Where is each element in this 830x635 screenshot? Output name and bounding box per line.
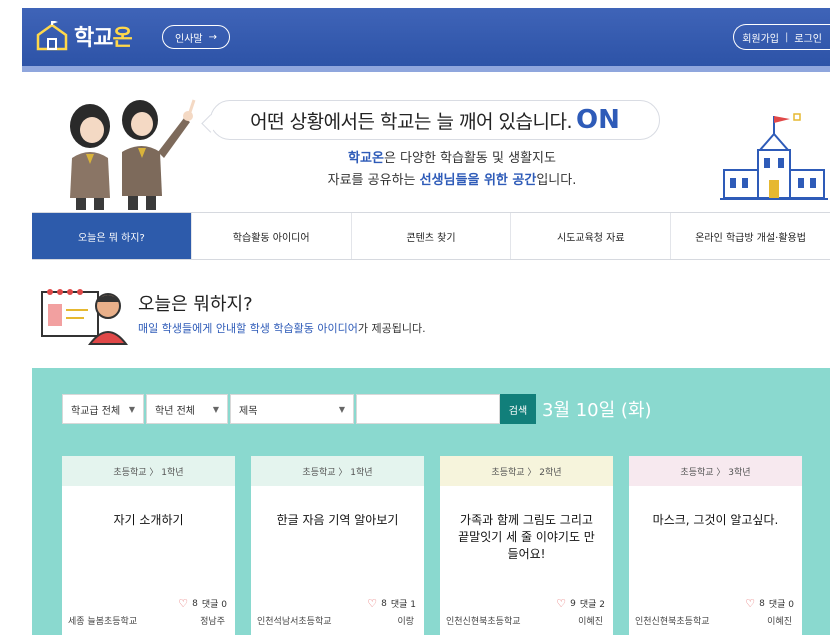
card-school: 세종 늘봄초등학교 xyxy=(68,617,138,627)
desc-brand: 학교온 xyxy=(348,151,384,166)
school-building-illustration xyxy=(720,113,828,200)
arrow-right-icon: → xyxy=(208,31,217,43)
tab-activity-ideas[interactable]: 학습활동 아이디어 xyxy=(190,213,351,259)
chevron-down-icon: ▼ xyxy=(338,405,345,414)
card-title: 한글 자음 기역 알아보기 xyxy=(276,513,399,527)
heart-icon[interactable]: ♡ xyxy=(745,597,755,610)
greeting-button[interactable]: 인사말 → xyxy=(162,25,230,49)
card-likes: 8 xyxy=(759,598,765,609)
subtitle-rest: 가 제공됩니다. xyxy=(357,322,426,335)
card-category: 초등학교 〉 2학년 xyxy=(440,456,613,486)
slogan-on: ON xyxy=(576,105,620,135)
logo[interactable]: 학교온 xyxy=(34,20,133,52)
tab-online-classroom[interactable]: 온라인 학급방 개설·활용법 xyxy=(670,213,830,259)
card-likes: 8 xyxy=(192,598,198,609)
desc-line1: 은 다양한 학습활동 및 생활지도 xyxy=(383,151,556,166)
card-school: 인천석남서초등학교 xyxy=(257,617,332,627)
card-likes: 8 xyxy=(381,598,387,609)
card-school: 인천신현북초등학교 xyxy=(635,617,710,627)
section-title: 오늘은 뭐하지? xyxy=(138,294,253,315)
slogan-text: 어떤 상황에서든 학교는 늘 깨어 있습니다. xyxy=(250,110,573,133)
page: 학교온 인사말 → 회원가입 | 로그인 어떤 상황에서든 학교는 늘 깨어 있… xyxy=(0,0,830,635)
card-author: 이랑 xyxy=(397,617,414,627)
activity-card[interactable]: 초등학교 〉 1학년 자기 소개하기 ♡ 8 댓글 0 세종 늘봄초등학교 정남… xyxy=(62,456,235,635)
card-title: 가족과 함께 그림도 그리고 끝말잇기 세 줄 이야기도 만들어요! xyxy=(458,513,595,561)
section-subtitle: 매일 학생들에게 안내할 학생 학습활동 아이디어가 제공됩니다. xyxy=(138,320,426,336)
card-title: 마스크, 그것이 알고싶다. xyxy=(652,513,779,527)
card-comments: 댓글 0 xyxy=(768,600,794,610)
search-input[interactable] xyxy=(356,394,500,424)
main-tabs: 오늘은 뭐 하지? 학습활동 아이디어 콘텐츠 찾기 시도교육청 자료 온라인 … xyxy=(32,212,830,260)
heart-icon[interactable]: ♡ xyxy=(556,597,566,610)
activity-area: 학교급 전체 ▼ 학년 전체 ▼ 제목 ▼ 검색 3월 10일 (화) 초등학교… xyxy=(32,368,830,635)
card-author: 이혜진 xyxy=(767,617,792,627)
card-category: 초등학교 〉 1학년 xyxy=(251,456,424,486)
search-button[interactable]: 검색 xyxy=(500,394,536,424)
subtitle-highlight: 매일 학생들에게 안내할 학생 학습활동 아이디어 xyxy=(138,322,358,335)
card-author: 이혜진 xyxy=(578,617,603,627)
greeting-label: 인사말 xyxy=(175,33,203,45)
school-level-value: 학교급 전체 xyxy=(71,405,121,417)
chevron-down-icon: ▼ xyxy=(128,405,135,414)
login-link[interactable]: 로그인 xyxy=(794,30,822,45)
card-comments: 댓글 1 xyxy=(390,600,416,610)
card-stats: ♡ 8 댓글 0 xyxy=(178,597,227,610)
heart-icon[interactable]: ♡ xyxy=(367,597,377,610)
card-stats: ♡ 9 댓글 2 xyxy=(556,597,605,610)
card-category: 초등학교 〉 1학년 xyxy=(62,456,235,486)
students-illustration xyxy=(70,99,196,210)
school-level-select[interactable]: 학교급 전체 ▼ xyxy=(62,394,144,424)
hero-banner: 어떤 상황에서든 학교는 늘 깨어 있습니다. ON 학교온은 다양한 학습활동… xyxy=(32,80,830,212)
activity-card[interactable]: 초등학교 〉 3학년 마스크, 그것이 알고싶다. ♡ 8 댓글 0 인천신현북… xyxy=(629,456,802,635)
chevron-down-icon: ▼ xyxy=(212,405,219,414)
tab-find-content[interactable]: 콘텐츠 찾기 xyxy=(350,213,511,259)
card-footer: 인천신현북초등학교 이혜진 xyxy=(446,614,603,627)
card-school: 인천신현북초등학교 xyxy=(446,617,521,627)
desc-line2-start: 자료를 공유하는 xyxy=(327,173,420,188)
logo-text: 학교 xyxy=(74,26,113,51)
tab-office-materials[interactable]: 시도교육청 자료 xyxy=(510,213,670,259)
card-footer: 세종 늘봄초등학교 정남주 xyxy=(68,614,225,627)
card-stats: ♡ 8 댓글 1 xyxy=(367,597,416,610)
card-title: 자기 소개하기 xyxy=(113,513,184,527)
tab-today[interactable]: 오늘은 뭐 하지? xyxy=(32,213,191,259)
card-likes: 9 xyxy=(570,598,576,609)
heart-icon[interactable]: ♡ xyxy=(178,597,188,610)
grade-select[interactable]: 학년 전체 ▼ xyxy=(146,394,228,424)
card-footer: 인천석남서초등학교 이랑 xyxy=(257,614,414,627)
card-footer: 인천신현북초등학교 이혜진 xyxy=(635,614,792,627)
card-author: 정남주 xyxy=(200,617,225,627)
auth-links: 회원가입 | 로그인 xyxy=(733,24,830,50)
top-bar: 학교온 인사말 → 회원가입 | 로그인 xyxy=(22,8,830,72)
activity-card[interactable]: 초등학교 〉 2학년 가족과 함께 그림도 그리고 끝말잇기 세 줄 이야기도 … xyxy=(440,456,613,635)
logo-text-on: 온 xyxy=(112,26,132,51)
signup-link[interactable]: 회원가입 xyxy=(742,30,779,45)
desc-line2-end: 입니다. xyxy=(536,173,577,188)
hero-description: 학교온은 다양한 학습활동 및 생활지도 자료를 공유하는 선생님들을 위한 공… xyxy=(232,148,672,192)
search-field-value: 제목 xyxy=(239,405,258,417)
current-date: 3월 10일 (화) xyxy=(542,400,652,421)
card-comments: 댓글 2 xyxy=(579,600,605,610)
card-comments: 댓글 0 xyxy=(201,600,227,610)
card-stats: ♡ 8 댓글 0 xyxy=(745,597,794,610)
grade-value: 학년 전체 xyxy=(155,405,195,417)
search-field-select[interactable]: 제목 ▼ xyxy=(230,394,354,424)
slogan-bubble: 어떤 상황에서든 학교는 늘 깨어 있습니다. ON xyxy=(210,100,660,140)
school-logo-icon xyxy=(36,21,68,51)
desc-line2-highlight: 선생님들을 위한 공간 xyxy=(419,173,537,188)
teacher-board-icon xyxy=(41,289,129,345)
card-category: 초등학교 〉 3학년 xyxy=(629,456,802,486)
activity-card[interactable]: 초등학교 〉 1학년 한글 자음 기역 알아보기 ♡ 8 댓글 1 인천석남서초… xyxy=(251,456,424,635)
auth-separator: | xyxy=(785,31,789,43)
